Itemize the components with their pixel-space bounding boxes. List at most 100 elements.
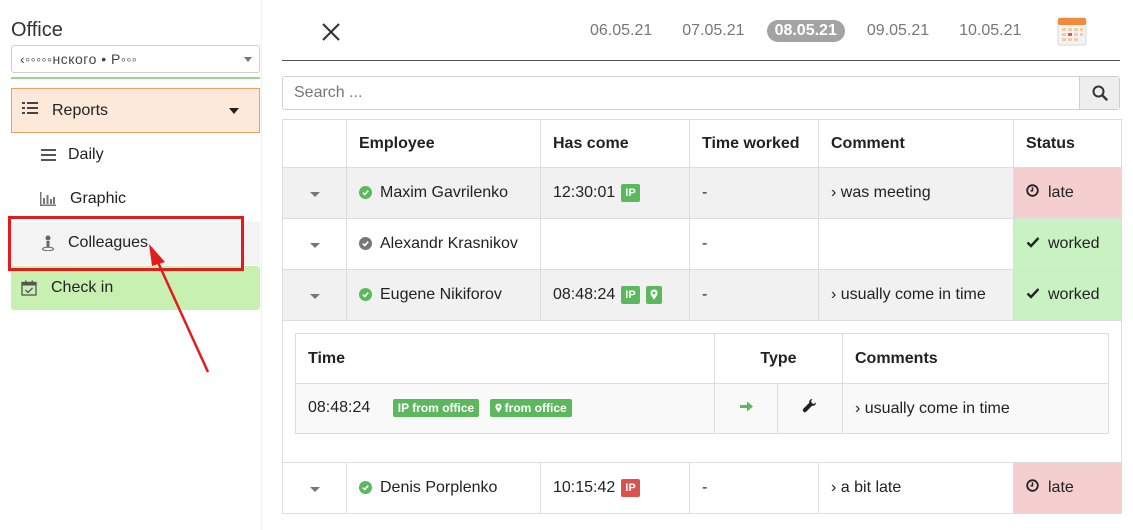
date-tab[interactable]: 07.05.21	[674, 20, 752, 42]
status-cell: worked	[1013, 218, 1122, 270]
column-header-employee[interactable]: Employee	[346, 119, 541, 168]
checkmark-icon	[1026, 286, 1040, 304]
caret-down-icon	[309, 243, 320, 248]
office-select[interactable]: ‹◦◦◦◦◦нского • Р◦◦◦	[11, 45, 260, 73]
search-input[interactable]	[283, 77, 1079, 109]
caret-down-icon	[309, 487, 320, 492]
check-circle-icon	[359, 186, 372, 200]
type-tool-cell[interactable]	[777, 383, 843, 434]
annotation-highlight-box	[8, 216, 244, 271]
sidebar-item-daily[interactable]: Daily	[38, 143, 104, 167]
sidebar-divider	[11, 77, 260, 79]
clock-icon	[1026, 479, 1040, 497]
type-in-cell	[714, 383, 778, 434]
office-select-value: ‹◦◦◦◦◦нского • Р◦◦◦	[20, 51, 138, 67]
has-come-cell: 10:15:42 IP	[540, 462, 690, 514]
table-row[interactable]: Alexandr Krasnikov - worked	[282, 218, 1122, 270]
clock-icon	[1026, 184, 1040, 202]
detail-time: 08:48:24	[308, 399, 371, 417]
date-tab-active[interactable]: 08.05.21	[766, 20, 845, 42]
detail-header-row: Time Type Comments	[295, 333, 1109, 384]
status-text: worked	[1048, 235, 1100, 253]
column-header-status[interactable]: Status	[1013, 119, 1122, 168]
ip-badge: IP	[621, 183, 640, 202]
expand-toggle[interactable]	[282, 167, 347, 219]
expand-column-header	[282, 119, 347, 168]
status-cell: worked	[1013, 269, 1122, 321]
close-icon[interactable]	[318, 19, 344, 45]
employee-cell: Denis Porplenko	[346, 462, 541, 514]
bar-chart-icon	[38, 192, 58, 206]
detail-row: Time Type Comments 08:48:24 IP from offi…	[282, 320, 1122, 463]
table-header-row: Employee Has come Time worked Comment St…	[282, 119, 1122, 168]
arrival-time: 10:15:42	[553, 479, 616, 497]
sidebar-item-reports[interactable]: Reports	[11, 88, 260, 133]
search-button[interactable]	[1079, 77, 1119, 109]
date-tab[interactable]: 06.05.21	[582, 20, 660, 42]
checkmark-icon	[1026, 235, 1040, 253]
time-worked-cell: -	[689, 462, 819, 514]
comment-cell: › a bit late	[818, 462, 1014, 514]
time-worked-cell: -	[689, 167, 819, 219]
comment-cell: › usually come in time	[818, 269, 1014, 321]
ip-badge: IP	[621, 478, 640, 497]
calendar-check-icon	[21, 280, 39, 296]
has-come-cell: 12:30:01 IP	[540, 167, 690, 219]
list-icon	[22, 101, 40, 120]
expand-toggle[interactable]	[282, 462, 347, 514]
employee-cell: Maxim Gavrilenko	[346, 167, 541, 219]
table-row[interactable]: Eugene Nikiforov 08:48:24 IP - › usually …	[282, 269, 1122, 321]
column-header-time-worked[interactable]: Time worked	[689, 119, 819, 168]
column-header-comment[interactable]: Comment	[818, 119, 1014, 168]
detail-header-type: Type	[714, 333, 843, 384]
date-tab[interactable]: 10.05.21	[951, 20, 1029, 42]
caret-down-icon	[309, 294, 320, 299]
chevron-down-icon	[244, 57, 252, 62]
has-come-cell	[540, 218, 690, 270]
date-selector: 06.05.21 07.05.21 08.05.21 09.05.21 10.0…	[582, 19, 1043, 43]
expand-toggle[interactable]	[282, 218, 347, 270]
employee-name: Denis Porplenko	[380, 479, 498, 496]
expand-toggle[interactable]	[282, 269, 347, 321]
employee-name: Maxim Gavrilenko	[380, 184, 509, 201]
time-worked-cell: -	[689, 269, 819, 321]
calendar-icon[interactable]	[1056, 15, 1088, 47]
date-tab[interactable]: 09.05.21	[859, 20, 937, 42]
comment-cell: › was meeting	[818, 167, 1014, 219]
table-row[interactable]: Denis Porplenko 10:15:42 IP - › a bit lat…	[282, 462, 1122, 514]
detail-panel: Time Type Comments 08:48:24 IP from offi…	[282, 320, 1122, 463]
ip-badge: IP	[621, 285, 640, 304]
arrival-time: 12:30:01	[553, 184, 616, 202]
sidebar-item-label: Reports	[52, 101, 109, 119]
time-worked-cell: -	[689, 218, 819, 270]
detail-table: Time Type Comments 08:48:24 IP from offi…	[295, 333, 1109, 434]
sidebar-item-graphic[interactable]: Graphic	[38, 187, 126, 211]
header-divider	[282, 60, 1120, 61]
wrench-icon	[802, 399, 816, 413]
column-header-has-come[interactable]: Has come	[540, 119, 690, 168]
employee-cell: Alexandr Krasnikov	[346, 218, 541, 270]
detail-entry-row: 08:48:24 IP from office from office › us…	[295, 383, 1109, 434]
status-text: late	[1048, 479, 1074, 497]
employee-name: Alexandr Krasnikov	[380, 235, 518, 252]
check-circle-icon	[359, 237, 372, 251]
status-cell: late	[1013, 167, 1122, 219]
list-icon	[38, 149, 58, 161]
arrow-right-icon	[739, 401, 753, 411]
has-come-cell: 08:48:24 IP	[540, 269, 690, 321]
detail-time-cell: 08:48:24 IP from office from office	[295, 383, 715, 434]
detail-header-comments: Comments	[842, 333, 1109, 384]
check-circle-icon	[359, 481, 372, 495]
arrival-time: 08:48:24	[553, 286, 616, 304]
checkin-label: Check in	[51, 279, 114, 296]
table-row[interactable]: Maxim Gavrilenko 12:30:01 IP - › was meet…	[282, 167, 1122, 219]
sidebar-item-label: Graphic	[70, 190, 127, 207]
employee-cell: Eugene Nikiforov	[346, 269, 541, 321]
checkin-button[interactable]: Check in	[11, 266, 260, 310]
comment-cell	[818, 218, 1014, 270]
sidebar-item-label: Daily	[68, 146, 104, 163]
detail-comment-cell: › usually come in time	[842, 383, 1109, 434]
status-cell: late	[1013, 462, 1122, 514]
status-text: late	[1048, 184, 1074, 202]
location-tag-text: from office	[504, 401, 567, 416]
